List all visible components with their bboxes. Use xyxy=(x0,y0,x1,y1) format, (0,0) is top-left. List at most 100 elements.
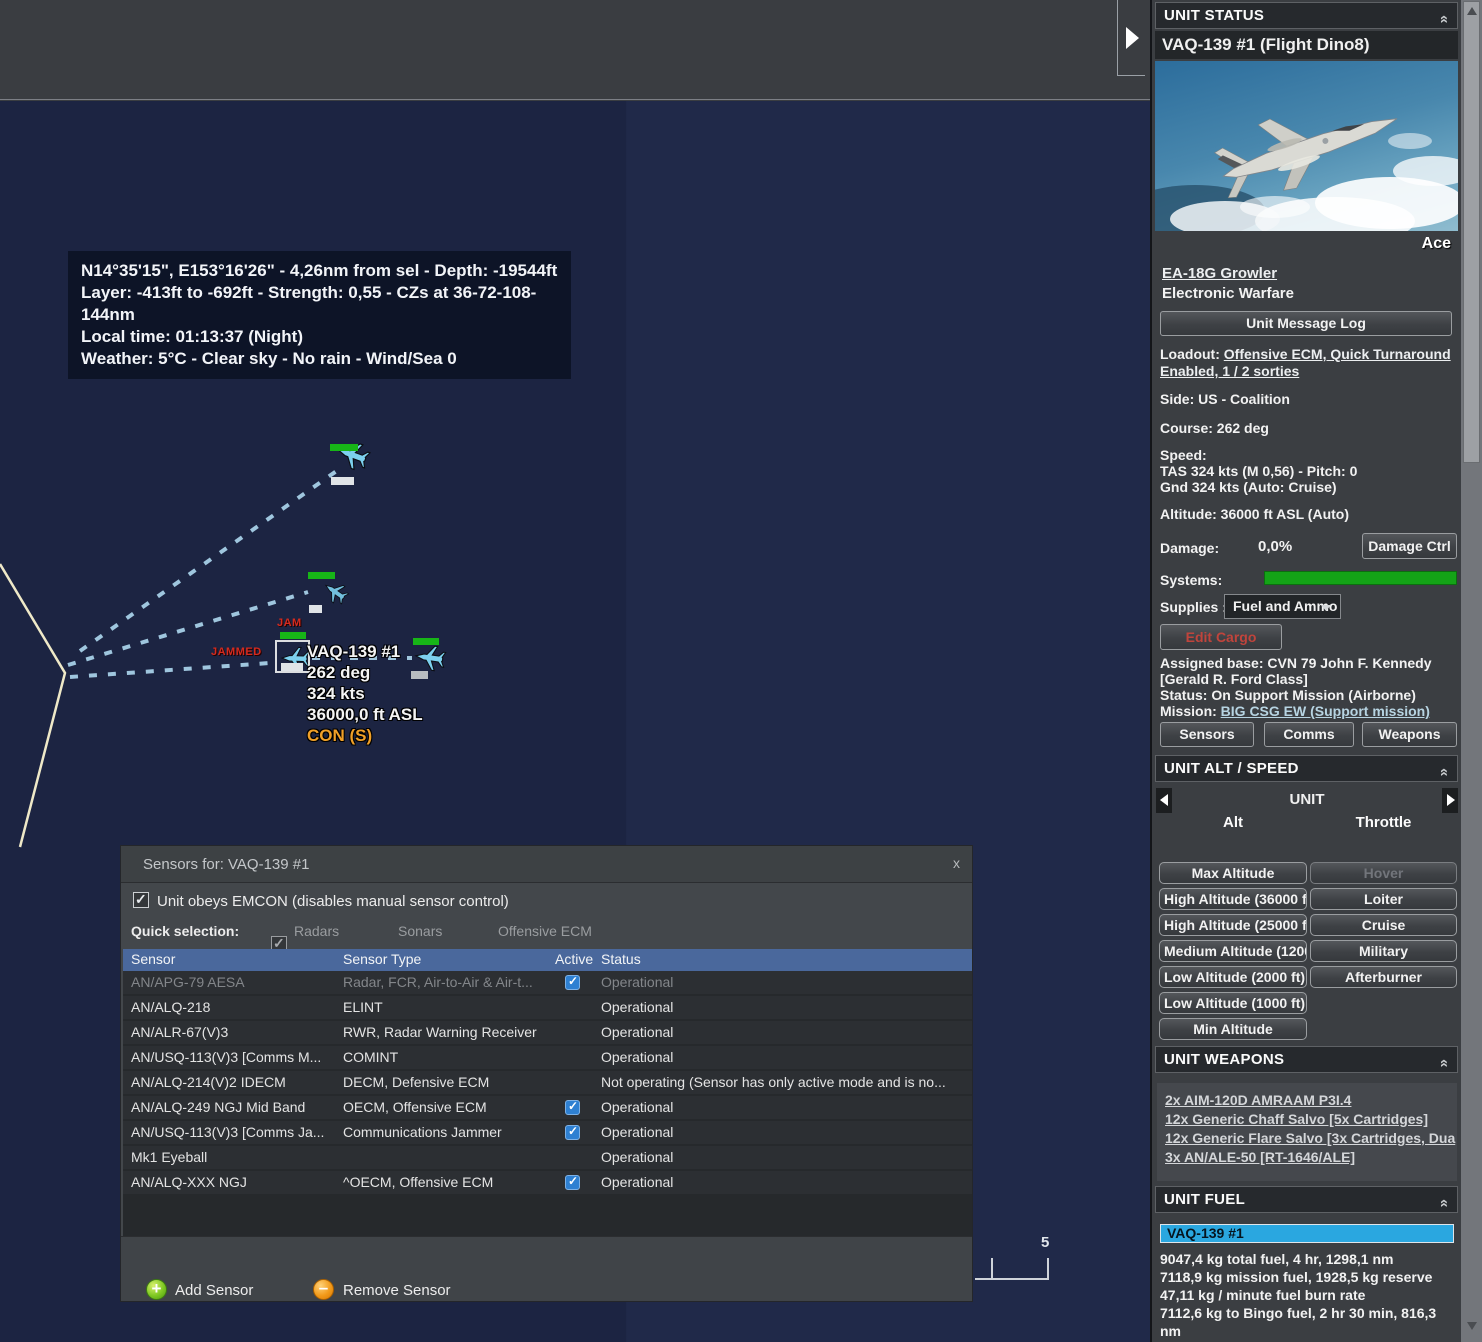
sensors-dialog: Sensors for: VAQ-139 #1 x Unit obeys EMC… xyxy=(120,845,973,1302)
col-sensor: Sensor xyxy=(131,951,176,967)
table-row[interactable]: AN/USQ-113(V)3 [Comms Ja... Communicatio… xyxy=(123,1121,972,1144)
remove-sensor-button[interactable]: Remove Sensor xyxy=(343,1282,451,1299)
supplies-dropdown[interactable]: Fuel and Ammo xyxy=(1224,594,1341,619)
loiter-throttle-button[interactable]: Loiter xyxy=(1310,888,1457,910)
expand-panel-button[interactable] xyxy=(1117,0,1145,76)
weapon-link[interactable]: 3x AN/ALE-50 [RT-1646/ALE] xyxy=(1165,1148,1457,1167)
radars-label: Radars xyxy=(294,923,340,939)
tooltip-layer-line: Layer: -413ft to -692ft - Strength: 0,55… xyxy=(81,283,537,324)
cell-status: Not operating (Sensor has only active mo… xyxy=(601,1074,946,1090)
unit-datablock: VAQ-139 #1 262 deg 324 kts 36000,0 ft AS… xyxy=(307,641,423,746)
table-row[interactable]: AN/ALQ-214(V)2 IDECM DECM, Defensive ECM… xyxy=(123,1071,972,1094)
unit-status-header-label: UNIT STATUS xyxy=(1164,7,1265,24)
active-checkbox[interactable] xyxy=(565,1099,580,1115)
unit-message-log-button[interactable]: Unit Message Log xyxy=(1160,311,1452,336)
supplies-label: Supplies : xyxy=(1160,599,1227,615)
edit-cargo-button[interactable]: Edit Cargo xyxy=(1160,624,1282,650)
table-row[interactable]: AN/ALQ-XXX NGJ ^OECM, Offensive ECM Oper… xyxy=(123,1171,972,1194)
loadout-label: Loadout: xyxy=(1160,346,1224,362)
app-window: N14°35'15", E153°16'26" - 4,26nm from se… xyxy=(0,0,1482,1342)
cell-status: Operational xyxy=(601,1149,674,1165)
fuel-selected-unit[interactable]: VAQ-139 #1 xyxy=(1160,1224,1454,1243)
unit-type-link[interactable]: EA-18G Growler xyxy=(1162,266,1277,282)
low-altitude-1000-button[interactable]: Low Altitude (1000 ft) xyxy=(1159,992,1307,1014)
altitude-label: Altitude: 36000 ft ASL (Auto) xyxy=(1160,506,1350,522)
cell-type: ELINT xyxy=(343,999,383,1015)
cell-status: Operational xyxy=(601,1099,674,1115)
cell-status: Operational xyxy=(601,1124,674,1140)
medium-altitude-button[interactable]: Medium Altitude (12000 ft) xyxy=(1159,940,1307,962)
sensor-table-header: Sensor Sensor Type Active Status xyxy=(123,949,972,971)
sensors-button[interactable]: Sensors xyxy=(1160,722,1254,747)
active-checkbox[interactable] xyxy=(565,1124,580,1140)
cell-status: Operational xyxy=(601,974,674,990)
fuel-total-line: 9047,4 kg total fuel, 4 hr, 1298,1 nm xyxy=(1160,1251,1394,1267)
weapon-link[interactable]: 2x AIM-120D AMRAAM P3I.4 xyxy=(1165,1091,1457,1110)
collapse-chevron-icon[interactable]: « xyxy=(1432,1059,1457,1068)
aircraft-icon-flight-lead[interactable] xyxy=(332,436,373,474)
scrollbar-up-icon[interactable] xyxy=(1467,7,1477,15)
active-checkbox[interactable] xyxy=(565,974,580,990)
unit-speed-label: 324 kts xyxy=(307,684,365,703)
map-info-tooltip: N14°35'15", E153°16'26" - 4,26nm from se… xyxy=(68,251,571,379)
fuel-bingo-line: 7112,6 kg to Bingo fuel, 2 hr 30 min, 81… xyxy=(1160,1305,1437,1339)
military-throttle-button[interactable]: Military xyxy=(1310,940,1457,962)
cell-sensor: Mk1 Eyeball xyxy=(131,1149,208,1165)
dialog-title: Sensors for: VAQ-139 #1 xyxy=(121,846,972,883)
fuel-info-block: 9047,4 kg total fuel, 4 hr, 1298,1 nm 71… xyxy=(1160,1250,1458,1342)
cell-sensor: AN/APG-79 AESA xyxy=(131,974,245,990)
weapons-button[interactable]: Weapons xyxy=(1362,722,1457,747)
table-row[interactable]: AN/ALR-67(V)3 RWR, Radar Warning Receive… xyxy=(123,1021,972,1044)
mission-link[interactable]: BIG CSG EW (Support mission) xyxy=(1221,703,1430,719)
unit-status-header[interactable]: UNIT STATUS « xyxy=(1155,2,1458,29)
unit-weapons-header[interactable]: UNIT WEAPONS « xyxy=(1155,1046,1458,1073)
speed-tas: TAS 324 kts (M 0,56) - Pitch: 0 xyxy=(1160,463,1358,479)
afterburner-throttle-button[interactable]: Afterburner xyxy=(1310,966,1457,988)
active-checkbox[interactable] xyxy=(565,1174,580,1190)
health-bar xyxy=(308,572,335,579)
unit-fuel-header[interactable]: UNIT FUEL « xyxy=(1155,1186,1458,1213)
unit-role-label: Electronic Warfare xyxy=(1162,285,1294,302)
scrollbar-thumb[interactable] xyxy=(1463,1,1480,463)
sensor-table-body: AN/APG-79 AESA Radar, FCR, Air-to-Air & … xyxy=(123,971,972,1236)
status-bar xyxy=(281,663,303,671)
emcon-checkbox[interactable] xyxy=(133,891,149,908)
aircraft-icon-wingman[interactable] xyxy=(319,576,352,608)
low-altitude-2000-button[interactable]: Low Altitude (2000 ft) xyxy=(1159,966,1307,988)
high-altitude-36000-button[interactable]: High Altitude (36000 ft) xyxy=(1159,888,1307,910)
max-altitude-button[interactable]: Max Altitude xyxy=(1159,862,1307,884)
tooltip-position-line: N14°35'15", E153°16'26" - 4,26nm from se… xyxy=(81,261,558,280)
collapse-chevron-icon[interactable]: « xyxy=(1432,768,1457,777)
unit-title: VAQ-139 #1 (Flight Dino8) xyxy=(1155,31,1458,59)
add-icon[interactable] xyxy=(146,1279,167,1300)
collapse-chevron-icon[interactable]: « xyxy=(1432,1199,1457,1208)
table-row[interactable]: AN/USQ-113(V)3 [Comms M... COMINT Operat… xyxy=(123,1046,972,1069)
remove-icon[interactable] xyxy=(313,1278,334,1300)
tooltip-weather-line: Weather: 5°C - Clear sky - No rain - Win… xyxy=(81,349,457,368)
cruise-throttle-button[interactable]: Cruise xyxy=(1310,914,1457,936)
table-row[interactable]: AN/APG-79 AESA Radar, FCR, Air-to-Air & … xyxy=(123,971,972,994)
cell-type: RWR, Radar Warning Receiver xyxy=(343,1024,537,1040)
zone-boundary-line xyxy=(0,563,67,848)
unit-alt-speed-header[interactable]: UNIT ALT / SPEED « xyxy=(1155,755,1458,782)
table-row[interactable]: AN/ALQ-218 ELINT Operational xyxy=(123,996,972,1019)
table-row[interactable]: Mk1 Eyeball Operational xyxy=(123,1146,972,1169)
close-icon[interactable]: x xyxy=(953,846,960,883)
carousel-right-button[interactable] xyxy=(1442,788,1458,813)
arrow-left-icon xyxy=(1160,794,1168,806)
high-altitude-25000-button[interactable]: High Altitude (25000 ft) xyxy=(1159,914,1307,936)
table-row[interactable]: AN/ALQ-249 NGJ Mid Band OECM, Offensive … xyxy=(123,1096,972,1119)
collapse-chevron-icon[interactable]: « xyxy=(1432,15,1457,24)
damage-ctrl-button[interactable]: Damage Ctrl xyxy=(1362,533,1457,559)
col-sensor-type: Sensor Type xyxy=(343,951,422,967)
fuel-mission-line: 7118,9 kg mission fuel, 1928,5 kg reserv… xyxy=(1160,1269,1433,1285)
comms-button[interactable]: Comms xyxy=(1264,722,1354,747)
scrollbar-down-icon[interactable] xyxy=(1467,1322,1477,1330)
cell-type: ^OECM, Offensive ECM xyxy=(343,1174,494,1190)
weapon-link[interactable]: 12x Generic Flare Salvo [3x Cartridges, … xyxy=(1165,1129,1457,1148)
carousel-left-button[interactable] xyxy=(1156,788,1172,813)
cell-type: OECM, Offensive ECM xyxy=(343,1099,487,1115)
weapon-link[interactable]: 12x Generic Chaff Salvo [5x Cartridges] xyxy=(1165,1110,1457,1129)
min-altitude-button[interactable]: Min Altitude xyxy=(1159,1018,1307,1040)
add-sensor-button[interactable]: Add Sensor xyxy=(175,1282,253,1299)
